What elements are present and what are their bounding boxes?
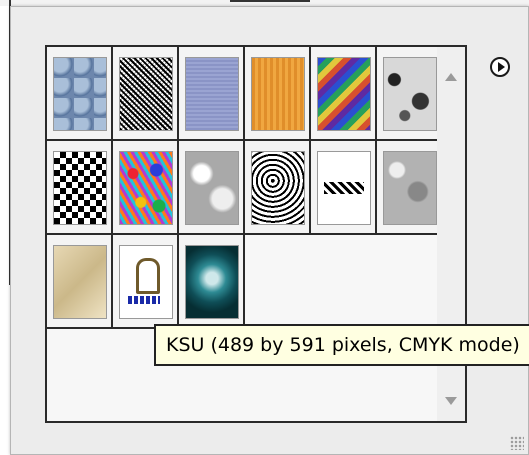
- swatch-marble[interactable]: [377, 47, 443, 139]
- swatch-granite[interactable]: [377, 141, 443, 233]
- swatch-checker[interactable]: [47, 141, 113, 233]
- pattern-picker-panel: [10, 6, 529, 455]
- swatch-thumbnail: [185, 57, 239, 131]
- resize-grip-icon[interactable]: [510, 436, 524, 450]
- swatch-bubbles[interactable]: [47, 47, 113, 139]
- swatch-list: [45, 45, 467, 423]
- swatch-thumbnail: [251, 57, 305, 131]
- swatch-row-3: [47, 235, 245, 329]
- swatch-thumbnail: [53, 245, 107, 319]
- swatch-tooltip: KSU (489 by 591 pixels, CMYK mode): [154, 324, 529, 366]
- swatch-thumbnail: [119, 57, 173, 131]
- swatch-thumbnail: [185, 245, 239, 319]
- swatch-logo[interactable]: [113, 235, 179, 327]
- swatch-thumbnail: [119, 245, 173, 319]
- swatch-cloudy[interactable]: [179, 141, 245, 233]
- swatch-orange[interactable]: [245, 47, 311, 139]
- panel-menu-button[interactable]: [490, 57, 510, 77]
- scroll-up-icon[interactable]: [445, 73, 457, 81]
- background-line: [230, 0, 310, 2]
- swatch-thumbnail: [317, 151, 371, 225]
- swatch-confetti[interactable]: [113, 141, 179, 233]
- swatch-row-2: [47, 141, 443, 235]
- swatch-sand[interactable]: [47, 235, 113, 327]
- swatch-rainbow[interactable]: [311, 47, 377, 139]
- swatch-grid: [47, 47, 443, 329]
- swatch-zigzag[interactable]: [311, 141, 377, 233]
- swatch-thumbnail: [185, 151, 239, 225]
- swatch-thumbnail: [53, 151, 107, 225]
- swatch-thumbnail: [251, 151, 305, 225]
- swatch-swirl[interactable]: [245, 141, 311, 233]
- swatch-thumbnail: [53, 57, 107, 131]
- scroll-down-icon[interactable]: [445, 397, 457, 405]
- swatch-ksu[interactable]: [179, 235, 245, 327]
- swatch-thumbnail: [383, 57, 437, 131]
- swatch-thumbnail: [317, 57, 371, 131]
- swatch-blue[interactable]: [179, 47, 245, 139]
- swatch-row-1: [47, 47, 443, 141]
- swatch-thumbnail: [119, 151, 173, 225]
- swatch-noise[interactable]: [113, 47, 179, 139]
- swatch-thumbnail: [383, 151, 437, 225]
